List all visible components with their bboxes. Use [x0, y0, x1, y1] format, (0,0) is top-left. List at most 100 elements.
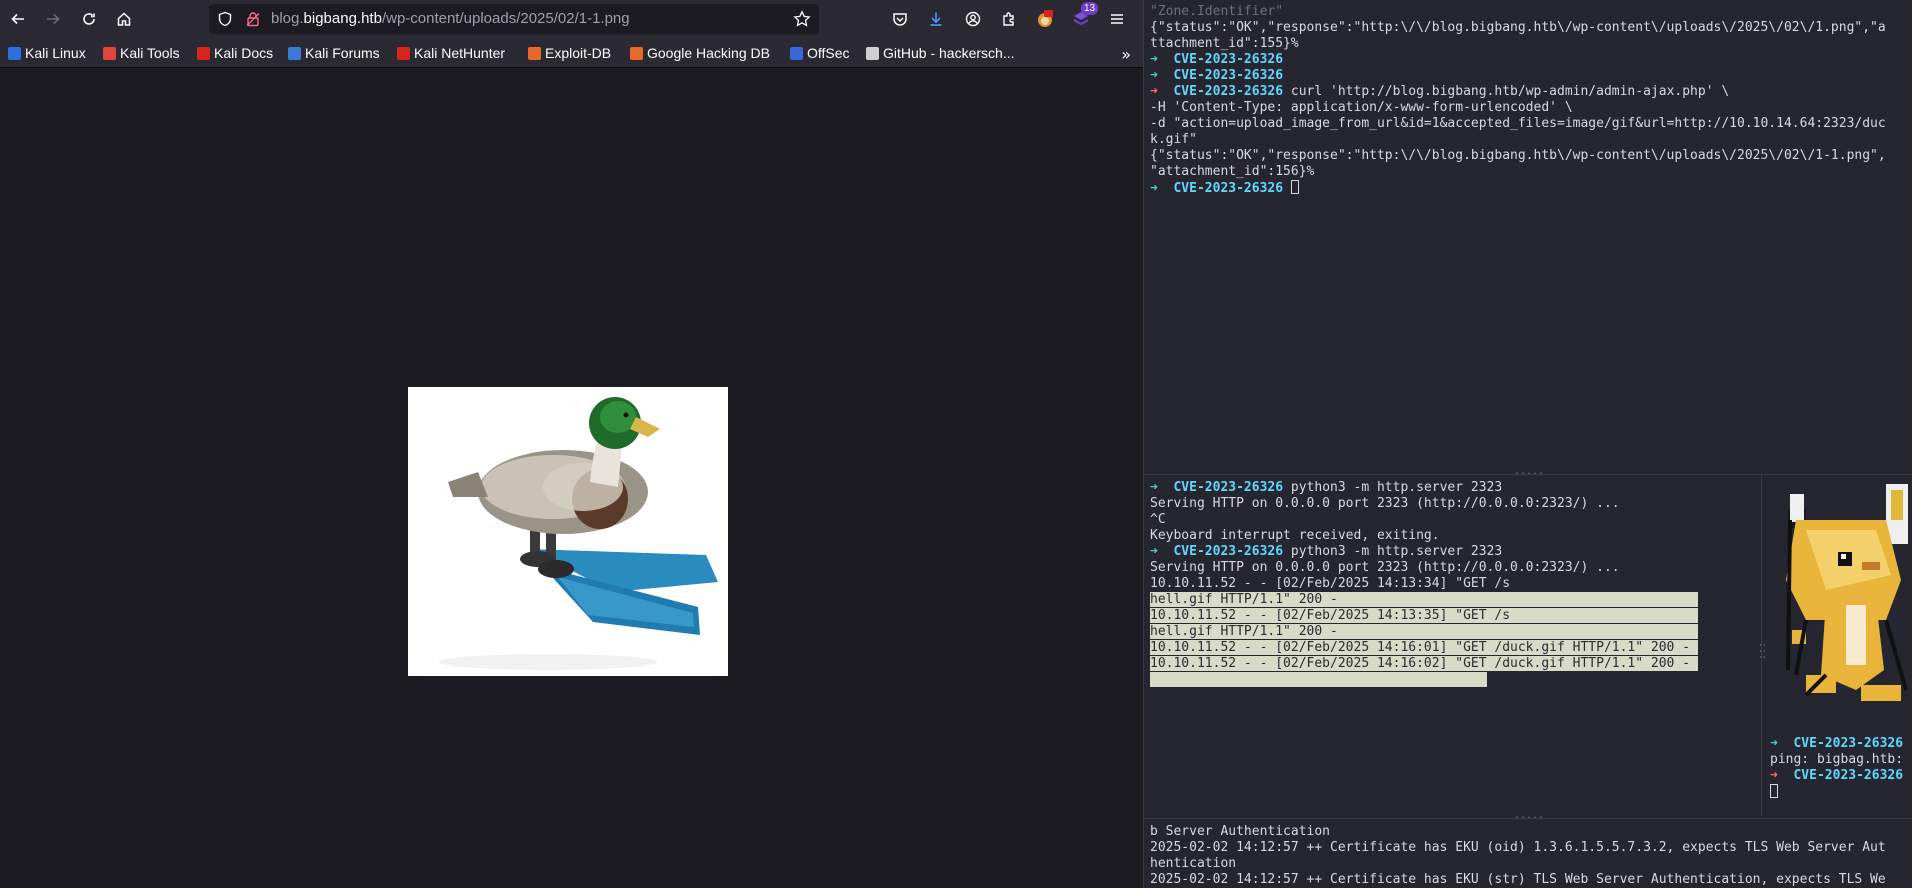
terminal-text: 10.10.11.52 - - [02/Feb/2025 14:13:34] "…	[1150, 576, 1511, 591]
terminal-text: b Server Authentication	[1150, 824, 1331, 839]
puzzle-icon	[1003, 12, 1014, 26]
terminal-text: -H 'Content-Type: application/x-www-form…	[1150, 100, 1573, 115]
terminal-text: ping: bigbag.htb:	[1770, 752, 1904, 767]
terminal-text: Serving HTTP on 0.0.0.0 port 2323 (http:…	[1150, 496, 1620, 511]
pane-resize-grip-top[interactable]: .....	[1514, 466, 1544, 477]
bookmark-label: Google Hacking DB	[647, 45, 770, 61]
downloads-button[interactable]	[924, 7, 948, 31]
terminal-pane-top[interactable]: "Zone.Identifier" {"status":"OK","respons…	[1150, 4, 1910, 472]
arrow-left-icon	[11, 13, 24, 25]
terminal-text: {"status":"OK","response":"http:\/\/blog…	[1150, 20, 1886, 35]
duck-with-flippers-illustration	[438, 397, 718, 670]
terminal-line: ping: bigbag.htb:	[1770, 752, 1912, 768]
prompt-arrow: ➜	[1150, 181, 1174, 196]
home-icon	[117, 12, 131, 26]
terminal-text: hentication	[1150, 856, 1237, 871]
bookmark-item[interactable]: Kali Tools	[103, 44, 180, 62]
terminal-text: python3 -m http.server 2323	[1283, 544, 1503, 559]
terminal-cursor	[1770, 784, 1778, 798]
pocket-button[interactable]	[888, 7, 912, 31]
account-button[interactable]	[961, 7, 985, 31]
home-button[interactable]	[112, 7, 136, 31]
terminal-text: hell.gif HTTP/1.1" 200 -	[1150, 624, 1698, 639]
bookmark-item[interactable]: Exploit-DB	[528, 44, 611, 62]
terminal-line: {"status":"OK","response":"http:\/\/blog…	[1150, 148, 1910, 164]
bookmark-item[interactable]: Google Hacking DB	[630, 44, 770, 62]
foxyproxy-extension-button[interactable]	[1033, 7, 1057, 31]
terminal-text: {"status":"OK","response":"http:\/\/blog…	[1150, 148, 1886, 163]
bookmarks-toolbar: Kali Linux Kali Tools Kali Docs Kali Forums…	[0, 38, 1143, 68]
prompt-arrow: ➜	[1150, 480, 1174, 495]
download-icon	[930, 12, 942, 26]
terminal-line: 2025-02-02 14:12:57 ++ Certificate has E…	[1150, 872, 1910, 888]
url-path: /wp-content/uploads/2025/02/1-1.png	[381, 10, 630, 27]
terminal-text: 10.10.11.52 - - [02/Feb/2025 14:16:01] "…	[1150, 640, 1698, 655]
bookmark-label: OffSec	[807, 45, 850, 61]
bookmark-item[interactable]: Kali Linux	[8, 44, 86, 62]
fox-extension-icon	[1038, 10, 1053, 27]
pokemon-sprite-image	[1786, 484, 1908, 701]
browser-window: blog.bigbang.htb/wp-content/uploads/2025…	[0, 0, 1143, 888]
bookmark-label: Exploit-DB	[545, 45, 612, 61]
app-menu-button[interactable]	[1105, 7, 1129, 31]
insecure-lock-icon[interactable]	[245, 11, 261, 27]
terminal-text: "attachment_id":156}%	[1150, 164, 1315, 179]
extensions-button[interactable]	[997, 7, 1021, 31]
url-bar[interactable]: blog.bigbang.htb/wp-content/uploads/2025…	[209, 4, 819, 34]
terminal-text: ttachment_id":155}%	[1150, 36, 1299, 51]
prompt-arrow: ➜	[1150, 52, 1174, 67]
url-subdomain: blog.	[271, 10, 304, 27]
terminal-text: 10.10.11.52 - - [02/Feb/2025 14:16:02] "…	[1150, 656, 1698, 671]
terminal-text: curl 'http://blog.bigbang.htb/wp-admin/a…	[1283, 84, 1730, 99]
prompt-arrow: ➜	[1150, 68, 1174, 83]
terminal-pane-bottom[interactable]: b Server Authentication 2025-02-02 14:12:…	[1150, 824, 1910, 888]
bookmark-label: Kali Linux	[25, 45, 86, 61]
bookmark-item[interactable]: Kali Forums	[288, 44, 380, 62]
back-button[interactable]	[6, 7, 30, 31]
terminal-text: "Zone.Identifier"	[1150, 4, 1284, 19]
pixel-art-sprite	[1766, 480, 1912, 740]
bookmark-item[interactable]: GitHub - hackersch...	[866, 44, 1015, 62]
terminal-text: hell.gif HTTP/1.1" 200 -	[1150, 592, 1698, 607]
bookmark-label: Kali NetHunter	[414, 45, 506, 61]
terminal-line: -d "action=upload_image_from_url&id=1&ac…	[1150, 116, 1910, 132]
page-viewport	[0, 69, 1143, 888]
prompt-arrow: ➜	[1150, 84, 1174, 99]
terminal-line: ➜ CVE-2023-26326	[1150, 180, 1910, 196]
prompt-directory: CVE-2023-26326	[1173, 52, 1284, 67]
bookmark-item[interactable]: Kali Docs	[197, 44, 273, 62]
reload-button[interactable]	[77, 7, 101, 31]
terminal-text: 10.10.11.52 - - [02/Feb/2025 14:13:35] "…	[1150, 608, 1698, 623]
extension-badge: 13	[1081, 2, 1099, 15]
bookmark-favicon-icon	[288, 46, 301, 60]
terminal-line: k.gif"	[1150, 132, 1910, 148]
prompt-arrow: ➜	[1770, 768, 1794, 783]
terminal-pane-side[interactable]: ➜ CVE-2023-26326 ping: bigbag.htb: ➜ CVE-2…	[1770, 736, 1912, 814]
prompt-directory: CVE-2023-26326	[1173, 480, 1284, 495]
bookmark-favicon-icon	[630, 46, 643, 60]
terminal-text: 2025-02-02 14:12:57 ++ Certificate has E…	[1150, 840, 1886, 855]
reload-icon	[83, 13, 95, 25]
bookmarks-overflow-chevron-icon[interactable]: »	[1121, 45, 1131, 64]
shield-icon[interactable]	[217, 11, 233, 27]
forward-button[interactable]	[41, 7, 65, 31]
bookmark-item[interactable]: OffSec	[790, 44, 850, 62]
bookmark-label: Kali Forums	[305, 45, 380, 61]
terminal-line	[1770, 784, 1912, 800]
url-text[interactable]: blog.bigbang.htb/wp-content/uploads/2025…	[271, 10, 630, 27]
pane-resize-grip-bottom[interactable]: .....	[1514, 810, 1544, 821]
bookmark-label: Kali Tools	[120, 45, 180, 61]
wappalyzer-extension-button[interactable]: 13	[1069, 2, 1099, 31]
terminal-line: ➜ CVE-2023-26326	[1770, 768, 1912, 784]
account-icon	[965, 11, 981, 27]
hamburger-menu-icon	[1111, 14, 1123, 24]
terminal-text: k.gif"	[1150, 132, 1197, 147]
bookmark-favicon-icon	[8, 46, 21, 60]
bookmark-star-icon[interactable]	[793, 10, 811, 28]
bookmark-favicon-icon	[528, 46, 541, 60]
navigation-toolbar: blog.bigbang.htb/wp-content/uploads/2025…	[0, 0, 1143, 38]
url-domain: bigbang.htb	[303, 10, 382, 27]
bookmark-item[interactable]: Kali NetHunter	[397, 44, 505, 62]
bookmark-favicon-icon	[197, 46, 210, 60]
terminal-text: 2025-02-02 14:12:57 ++ Certificate has E…	[1150, 872, 1886, 887]
